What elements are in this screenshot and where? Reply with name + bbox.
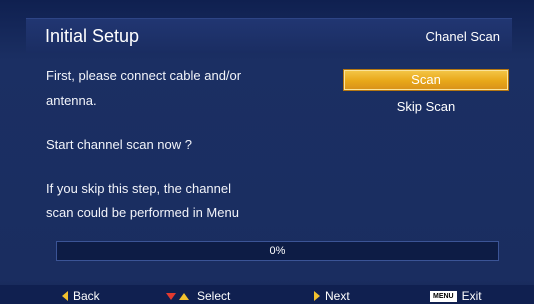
scan-progress-bar: 0% [56,241,499,261]
right-arrow-icon [314,291,320,301]
section-label: Chanel Scan [425,29,500,44]
next-hint[interactable]: Next [314,289,350,303]
exit-hint[interactable]: MENU Exit [430,289,482,303]
setup-screen: Initial Setup Chanel Scan First, please … [0,0,534,304]
down-arrow-icon [166,292,176,300]
progress-percent: 0% [269,245,286,257]
page-title: Initial Setup [45,26,140,46]
header-bar: Initial Setup Chanel Scan [26,18,512,53]
next-label: Next [325,289,350,303]
scan-button[interactable]: Scan [344,70,508,90]
skip-note-line-2: scan could be performed in Menu [46,205,239,220]
skip-scan-button[interactable]: Skip Scan [344,97,508,117]
scan-prompt: Start channel scan now ? [46,137,192,152]
footer-hint-bar: Back Select Next MENU Exit [0,285,534,304]
back-label: Back [73,289,100,303]
select-label: Select [197,289,231,303]
exit-label: Exit [461,289,482,303]
back-hint[interactable]: Back [62,289,100,303]
select-hint[interactable]: Select [166,289,230,303]
left-arrow-icon [62,291,68,301]
menu-key-icon: MENU [430,290,457,302]
up-arrow-icon [179,292,189,300]
skip-note-line-1: If you skip this step, the channel [46,181,231,196]
instruction-line-1: First, please connect cable and/or [46,68,242,83]
instruction-line-2: antenna. [46,93,97,108]
